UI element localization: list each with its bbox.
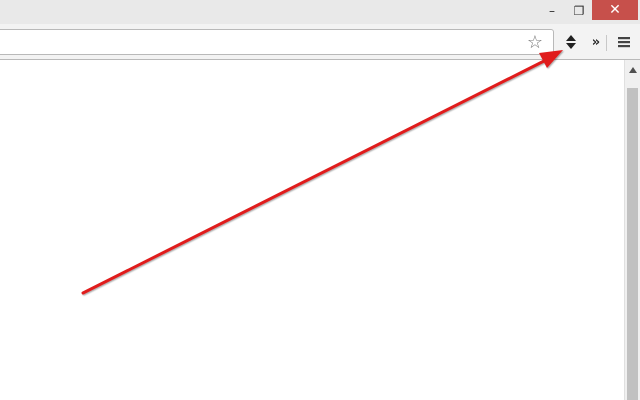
scroll-up-arrow-icon <box>629 67 637 73</box>
browser-menu-button[interactable] <box>614 31 634 53</box>
scrollbar-thumb[interactable] <box>627 88 638 400</box>
star-icon[interactable]: ☆ <box>524 33 546 53</box>
minimize-button[interactable]: – <box>538 0 566 22</box>
browser-toolbar: ☆ » <box>0 24 640 60</box>
restore-icon: ❐ <box>573 4 585 18</box>
page-content <box>0 60 624 400</box>
scroll-up-button[interactable] <box>625 62 640 78</box>
vertical-scrollbar[interactable] <box>624 60 640 400</box>
chevron-double-right-icon: » <box>591 34 601 50</box>
extensions-overflow-button[interactable]: » <box>588 30 604 54</box>
extension-button[interactable] <box>560 29 582 55</box>
close-icon: ✕ <box>609 2 621 18</box>
restore-button[interactable]: ❐ <box>566 0 592 22</box>
sort-arrows-icon <box>566 35 576 49</box>
close-button[interactable]: ✕ <box>592 0 638 20</box>
address-bar[interactable]: ☆ <box>0 29 554 55</box>
browser-window: – ❐ ✕ ☆ » <box>0 0 640 400</box>
minimize-icon: – <box>549 4 555 18</box>
title-bar: – ❐ ✕ <box>0 0 640 24</box>
hamburger-menu-icon <box>618 37 630 48</box>
toolbar-divider <box>606 35 607 51</box>
